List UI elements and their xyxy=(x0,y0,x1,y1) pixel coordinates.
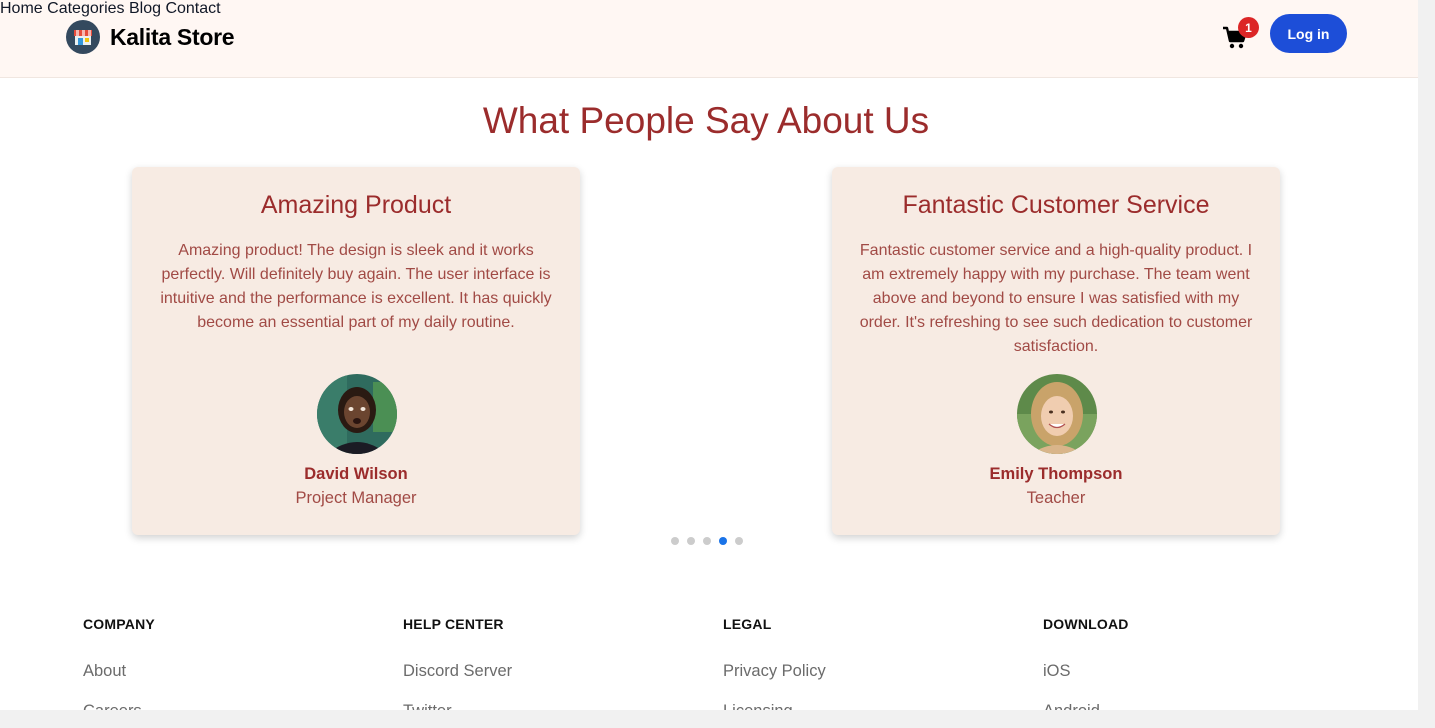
testimonial-text: Fantastic customer service and a high-qu… xyxy=(859,242,1253,355)
horizontal-scrollbar[interactable] xyxy=(0,710,1418,728)
section-title: What People Say About Us xyxy=(482,100,930,141)
footer-column-help-center: HELP CENTER Discord Server Twitter xyxy=(403,616,512,710)
testimonial-title: Amazing Product xyxy=(260,191,452,219)
carousel-dot[interactable] xyxy=(735,537,743,545)
page: Kalita Store Home Categories Blog Contac… xyxy=(0,0,1418,710)
person-role: Teacher xyxy=(1026,489,1086,507)
carousel-dot[interactable] xyxy=(687,537,695,545)
brand-name: Kalita Store xyxy=(110,23,235,50)
vertical-scrollbar[interactable] xyxy=(1418,0,1435,728)
testimonial-card: Fantastic Customer Service Fantastic cus… xyxy=(832,167,1280,535)
footer-link-privacy[interactable]: Privacy Policy xyxy=(723,662,826,681)
avatar xyxy=(1017,374,1097,454)
carousel-dot-active[interactable] xyxy=(719,537,727,545)
person-role: Project Manager xyxy=(295,489,417,507)
testimonial-title: Fantastic Customer Service xyxy=(902,191,1210,219)
nav-blog[interactable]: Blog xyxy=(129,0,161,17)
login-button[interactable]: Log in xyxy=(1270,14,1347,53)
footer-link-about[interactable]: About xyxy=(83,662,126,681)
carousel-dot[interactable] xyxy=(703,537,711,545)
footer-heading: COMPANY xyxy=(83,616,155,632)
cart-count-badge: 1 xyxy=(1238,17,1259,38)
person-name: Emily Thompson xyxy=(989,465,1123,483)
nav-contact[interactable]: Contact xyxy=(165,0,220,17)
footer-column-company: COMPANY About Careers xyxy=(83,616,155,710)
nav-categories[interactable]: Categories xyxy=(47,0,124,17)
site-header: Kalita Store Home Categories Blog Contac… xyxy=(0,0,1418,78)
testimonial-card: Amazing Product Amazing product! The des… xyxy=(132,167,580,535)
footer-heading: LEGAL xyxy=(723,616,772,632)
store-icon xyxy=(66,20,100,54)
testimonial-text: Amazing product! The design is sleek and… xyxy=(160,242,552,331)
footer-column-legal: LEGAL Privacy Policy Licensing xyxy=(723,616,826,710)
footer-heading: HELP CENTER xyxy=(403,616,504,632)
footer-link-careers[interactable]: Careers xyxy=(83,702,142,710)
footer-column-download: DOWNLOAD iOS Android xyxy=(1043,616,1129,710)
footer-link-ios[interactable]: iOS xyxy=(1043,662,1071,681)
footer-link-twitter[interactable]: Twitter xyxy=(403,702,452,710)
carousel-dot[interactable] xyxy=(671,537,679,545)
footer-link-licensing[interactable]: Licensing xyxy=(723,702,793,710)
person-name: David Wilson xyxy=(304,465,408,483)
avatar xyxy=(317,374,397,454)
main-nav: Home Categories Blog Contact xyxy=(0,0,1418,18)
carousel-dots xyxy=(671,537,751,545)
nav-home[interactable]: Home xyxy=(0,0,43,17)
footer-link-discord[interactable]: Discord Server xyxy=(403,662,512,681)
footer-heading: DOWNLOAD xyxy=(1043,616,1129,632)
brand-logo[interactable]: Kalita Store xyxy=(66,20,235,54)
footer-link-android[interactable]: Android xyxy=(1043,702,1100,710)
